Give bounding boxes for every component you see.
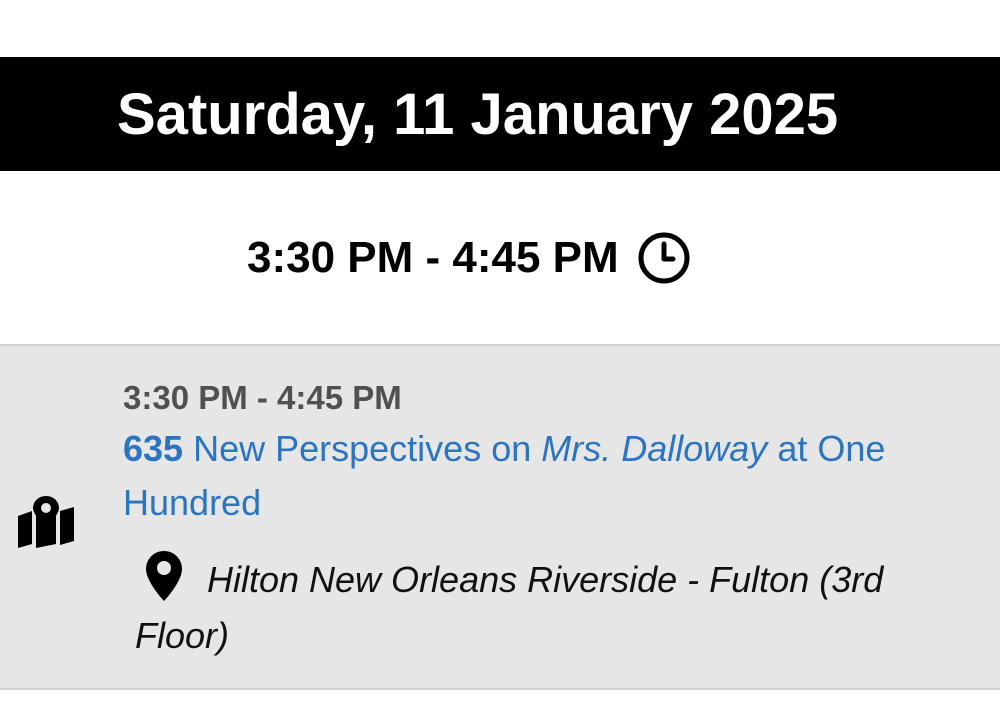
- session-title-italic: Mrs. Dalloway: [541, 428, 768, 469]
- session-time: 3:30 PM - 4:45 PM: [123, 379, 402, 416]
- schedule-page: Saturday, 11 January 2025 3:30 PM - 4:45…: [0, 0, 1000, 715]
- session-title-part: New Perspectives on: [193, 428, 532, 469]
- time-slot-label: 3:30 PM - 4:45 PM: [247, 233, 619, 282]
- time-slot-heading: 3:30 PM - 4:45 PM: [247, 230, 691, 286]
- location-pin-icon: [146, 551, 182, 601]
- date-header-title: Saturday, 11 January 2025: [117, 82, 839, 147]
- map-marker-icon[interactable]: [16, 494, 76, 548]
- session-number: 635: [123, 428, 184, 469]
- location-label: Hilton New Orleans Riverside - Fulton (3…: [135, 559, 884, 656]
- session-title-link[interactable]: 635 New Perspectives on Mrs. Dalloway at…: [123, 422, 983, 530]
- session-location: Hilton New Orleans Riverside - Fulton (3…: [135, 550, 985, 664]
- session-card[interactable]: 3:30 PM - 4:45 PM 635 New Perspectives o…: [0, 344, 1000, 690]
- clock-icon: [638, 232, 690, 284]
